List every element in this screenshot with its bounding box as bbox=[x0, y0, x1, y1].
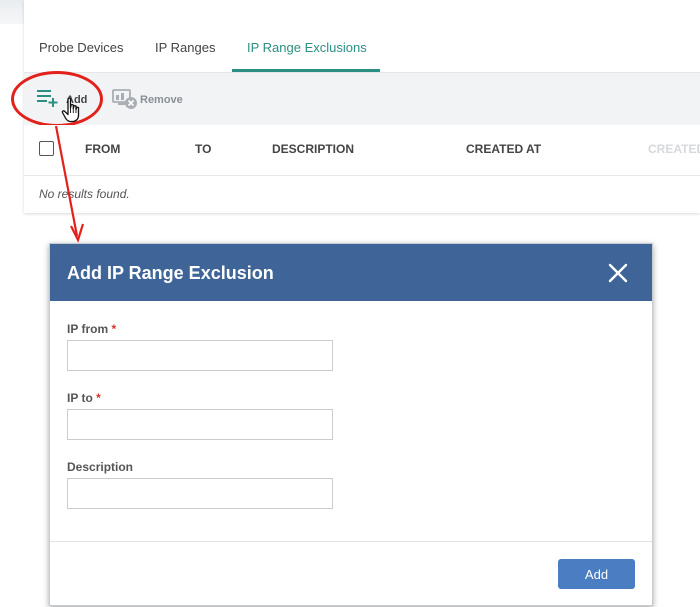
tab-bar: Probe Devices IP Ranges IP Range Exclusi… bbox=[24, 24, 700, 73]
column-header-created-at[interactable]: CREATED AT bbox=[466, 142, 541, 156]
dialog-add-button[interactable]: Add bbox=[558, 559, 635, 589]
column-header-to[interactable]: TO bbox=[195, 142, 211, 156]
remove-device-icon[interactable] bbox=[112, 88, 138, 110]
dialog-footer-divider bbox=[50, 541, 652, 542]
add-ip-range-exclusion-dialog: Add IP Range Exclusion IP from * IP to *… bbox=[49, 243, 653, 606]
ip-from-label-text: IP from bbox=[67, 322, 109, 336]
tab-probe-devices[interactable]: Probe Devices bbox=[39, 40, 124, 55]
tab-ip-range-exclusions[interactable]: IP Range Exclusions bbox=[247, 40, 367, 55]
empty-state-text: No results found. bbox=[39, 187, 130, 201]
required-marker: * bbox=[96, 391, 101, 405]
table-header bbox=[24, 125, 700, 176]
description-input[interactable] bbox=[67, 478, 333, 509]
ip-to-label-text: IP to bbox=[67, 391, 93, 405]
dialog-header: Add IP Range Exclusion bbox=[50, 244, 652, 301]
remove-button[interactable]: Remove bbox=[140, 94, 183, 106]
column-header-description[interactable]: DESCRIPTION bbox=[272, 142, 354, 156]
highlight-ellipse bbox=[11, 71, 103, 127]
column-header-created[interactable]: CREATED bbox=[648, 142, 700, 156]
ip-from-label: IP from * bbox=[67, 322, 116, 336]
tab-ip-ranges[interactable]: IP Ranges bbox=[155, 40, 215, 55]
ip-from-input[interactable] bbox=[67, 340, 333, 371]
active-tab-underline bbox=[232, 69, 380, 72]
column-header-from[interactable]: FROM bbox=[85, 142, 120, 156]
description-label: Description bbox=[67, 460, 134, 474]
dialog-title: Add IP Range Exclusion bbox=[67, 263, 274, 283]
select-all-checkbox[interactable] bbox=[39, 141, 54, 156]
ip-to-label: IP to * bbox=[67, 391, 101, 405]
close-icon[interactable] bbox=[606, 261, 630, 285]
ip-to-input[interactable] bbox=[67, 409, 333, 440]
required-marker: * bbox=[111, 322, 117, 336]
